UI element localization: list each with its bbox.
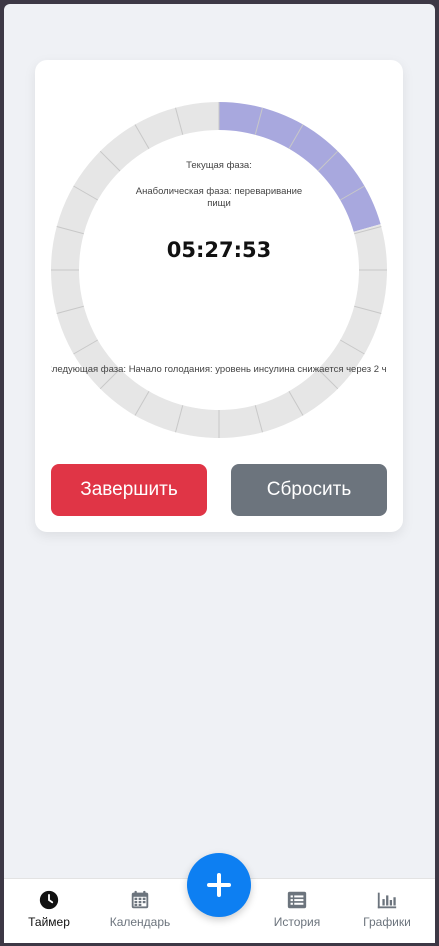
nav-label-charts: Графики (363, 915, 411, 929)
plus-icon (207, 873, 231, 897)
nav-item-history[interactable]: История (257, 889, 337, 929)
progress-ring-svg (51, 102, 387, 438)
clock-icon (39, 890, 59, 910)
nav-label-calendar: Календарь (109, 915, 171, 929)
nav-item-timer[interactable]: Таймер (9, 889, 89, 929)
chart-icon (377, 892, 397, 909)
add-entry-button[interactable] (187, 853, 251, 917)
finish-button[interactable]: Завершить (51, 464, 207, 516)
nav-label-timer: Таймер (28, 915, 70, 929)
nav-item-calendar[interactable]: Календарь (100, 889, 180, 929)
nav-label-history: История (273, 915, 321, 929)
nav-item-charts[interactable]: Графики (347, 889, 427, 929)
elapsed-timer: 05:27:53 (166, 238, 272, 262)
timer-card: Текущая фаза: Анаболическая фаза: перева… (35, 60, 403, 532)
reset-button[interactable]: Сбросить (231, 464, 387, 516)
calendar-icon (131, 890, 149, 909)
list-icon (287, 891, 307, 909)
current-phase-name: Анаболическая фаза: переваривание пищи (135, 186, 303, 209)
progress-ring: Текущая фаза: Анаболическая фаза: перева… (51, 102, 387, 438)
next-phase-info: Следующая фаза: Начало голодания: уровен… (51, 364, 387, 375)
next-phase-text: Следующая фаза: Начало голодания: уровен… (51, 364, 387, 375)
app-screen: Текущая фаза: Анаболическая фаза: перева… (4, 4, 435, 943)
current-phase-label: Текущая фаза: (186, 160, 252, 171)
